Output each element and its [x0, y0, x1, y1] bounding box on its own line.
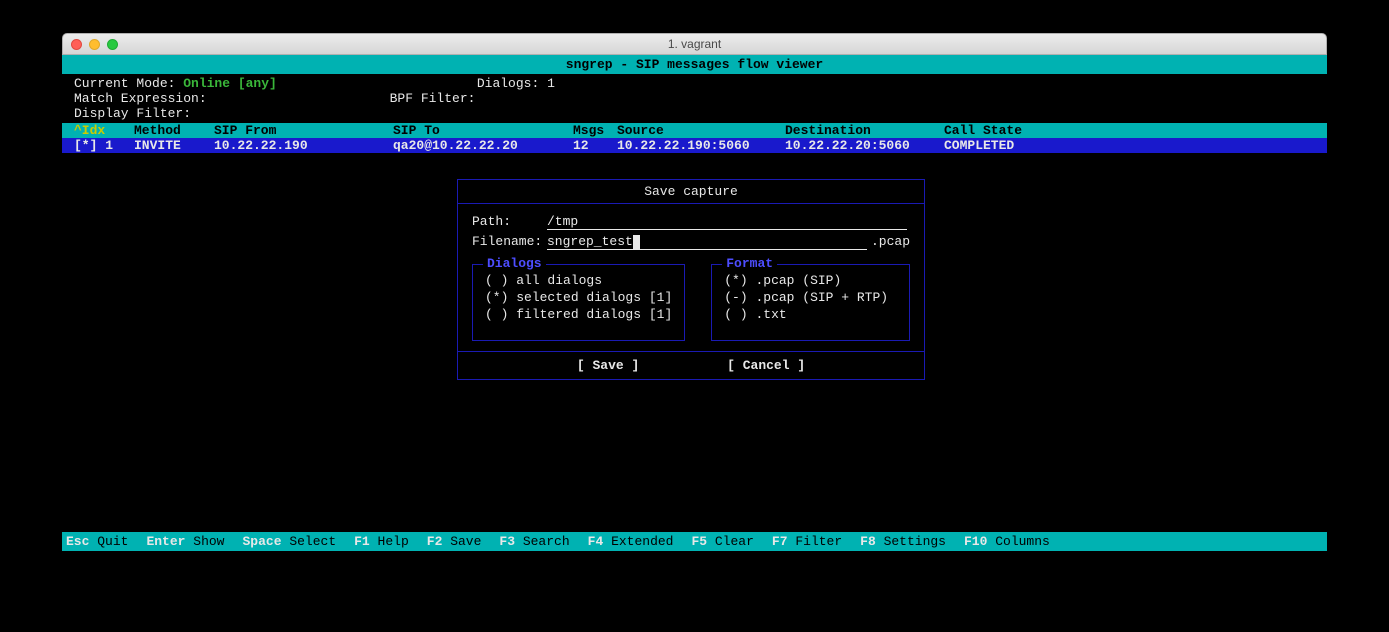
sb-clear[interactable]: F5 Clear — [691, 534, 753, 549]
radio-pcap-sip-rtp[interactable]: (-) .pcap (SIP + RTP) — [724, 290, 897, 307]
sb-columns[interactable]: F10 Columns — [964, 534, 1050, 549]
call-state-header[interactable]: Call State — [944, 123, 1315, 138]
terminal-content: sngrep - SIP messages flow viewer Curren… — [62, 55, 1327, 413]
dialogs-legend: Dialogs — [483, 256, 546, 271]
format-legend: Format — [722, 256, 777, 271]
info-section: Current Mode: Online [any] Dialogs: 1 Ma… — [62, 74, 1327, 123]
radio-pcap-sip[interactable]: (*) .pcap (SIP) — [724, 273, 897, 290]
row-source: 10.22.22.190:5060 — [617, 138, 785, 153]
msgs-header[interactable]: Msgs — [573, 123, 617, 138]
dialogs-fieldset: Dialogs ( ) all dialogs (*) selected dia… — [472, 264, 685, 341]
sb-search[interactable]: F3 Search — [499, 534, 569, 549]
row-sip-from: 10.22.22.190 — [214, 138, 393, 153]
sb-settings[interactable]: F8 Settings — [860, 534, 946, 549]
statusbar: Esc Quit Enter Show Space Select F1 Help… — [62, 532, 1327, 551]
row-sip-to: qa20@10.22.22.20 — [393, 138, 573, 153]
save-dialog: Save capture Path: /tmp Filename: sngrep… — [457, 179, 925, 380]
cancel-button[interactable]: [ Cancel ] — [727, 358, 805, 373]
radio-filtered-dialogs[interactable]: ( ) filtered dialogs [1] — [485, 307, 672, 324]
table-header: ^Idx Method Method SIP From SIP To Msgs … — [62, 123, 1327, 138]
display-filter-label: Display Filter: — [74, 106, 191, 121]
destination-header[interactable]: Destination — [785, 123, 944, 138]
filename-label: Filename: — [472, 234, 547, 249]
bpf-label: BPF Filter: — [390, 91, 476, 106]
sip-to-header[interactable]: SIP To — [393, 123, 573, 138]
titlebar[interactable]: 1. vagrant — [62, 33, 1327, 55]
cursor-icon — [633, 235, 640, 249]
sb-save[interactable]: F2 Save — [427, 534, 482, 549]
sb-filter[interactable]: F7 Filter — [772, 534, 842, 549]
idx-header: ^Idx — [74, 123, 105, 138]
filename-ext: .pcap — [871, 234, 910, 249]
row-call-state: COMPLETED — [944, 138, 1315, 153]
dialog-actions: [ Save ] [ Cancel ] — [458, 351, 924, 379]
sb-help[interactable]: F1 Help — [354, 534, 409, 549]
dialog-title: Save capture — [458, 180, 924, 204]
mode-label: Current Mode: Online [any] — [74, 76, 277, 91]
method-header[interactable]: Method — [134, 123, 214, 138]
table-row[interactable]: [*] 1 INVITE 10.22.22.190 qa20@10.22.22.… — [62, 138, 1327, 153]
filename-input[interactable]: sngrep_test — [547, 234, 867, 250]
source-header[interactable]: Source — [617, 123, 785, 138]
radio-all-dialogs[interactable]: ( ) all dialogs — [485, 273, 672, 290]
format-fieldset: Format (*) .pcap (SIP) (-) .pcap (SIP + … — [711, 264, 910, 341]
mode-value: Online [any] — [183, 76, 277, 91]
sb-extended[interactable]: F4 Extended — [588, 534, 674, 549]
terminal-window: 1. vagrant sngrep - SIP messages flow vi… — [62, 33, 1327, 413]
sip-from-header[interactable]: SIP From — [214, 123, 393, 138]
sb-show[interactable]: Enter Show — [146, 534, 224, 549]
save-button[interactable]: [ Save ] — [577, 358, 639, 373]
row-destination: 10.22.22.20:5060 — [785, 138, 944, 153]
row-idx: [*] 1 — [74, 138, 134, 153]
sb-select[interactable]: Space Select — [242, 534, 336, 549]
radio-selected-dialogs[interactable]: (*) selected dialogs [1] — [485, 290, 672, 307]
row-method: INVITE — [134, 138, 214, 153]
dialog-backdrop: Save capture Path: /tmp Filename: sngrep… — [62, 153, 1327, 413]
match-label: Match Expression: — [74, 91, 207, 106]
window-title: 1. vagrant — [63, 37, 1326, 51]
path-label: Path: — [472, 214, 547, 229]
sb-quit[interactable]: Esc Quit — [66, 534, 128, 549]
app-header: sngrep - SIP messages flow viewer — [62, 55, 1327, 74]
dialogs-count: Dialogs: 1 — [477, 76, 555, 91]
row-msgs: 12 — [573, 138, 617, 153]
path-input[interactable]: /tmp — [547, 214, 907, 230]
radio-txt[interactable]: ( ) .txt — [724, 307, 897, 324]
